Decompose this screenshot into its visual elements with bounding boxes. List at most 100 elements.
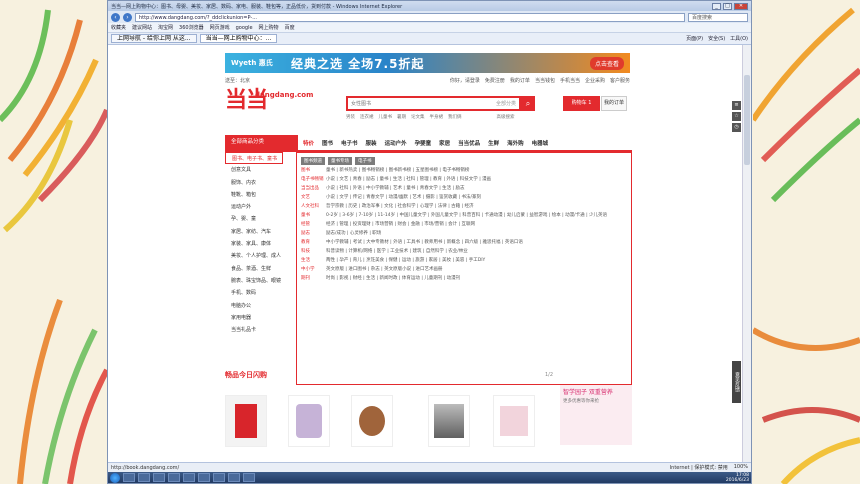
flyout-row-heading[interactable]: 当当出品 — [301, 186, 326, 192]
taskbar-app[interactable] — [153, 473, 165, 482]
fav-item[interactable]: 网上购物 — [259, 24, 279, 31]
product-tile[interactable] — [225, 395, 267, 447]
sidebar-item[interactable]: 鞋靴、箱包 — [225, 189, 300, 201]
mobile-link[interactable]: 手机当当 — [560, 77, 580, 84]
cart-side-icon[interactable]: ≡ — [732, 101, 741, 110]
service-link[interactable]: 客户服务 — [610, 77, 630, 84]
nav-item[interactable]: 孕婴童 — [415, 139, 432, 147]
start-button[interactable] — [110, 472, 120, 483]
advanced-search-link[interactable]: 高级搜索 — [497, 114, 515, 120]
history-side-icon[interactable]: ◷ — [732, 123, 741, 132]
product-tile[interactable] — [288, 395, 330, 447]
browser-search-field[interactable]: 百度搜索 — [688, 12, 748, 22]
fav-item[interactable]: 360浏览器 — [179, 24, 204, 31]
nav-item[interactable]: 生鲜 — [488, 139, 499, 147]
flyout-row-links[interactable]: 科普读物 | 计算机/网络 | 医学 | 工业技术 | 建筑 | 自然科学 | … — [326, 249, 627, 255]
tools-menu[interactable]: 工具(O) — [730, 35, 748, 42]
sidebar-item[interactable]: 服饰、内衣 — [225, 177, 300, 189]
favorites-button[interactable]: 收藏夹 — [111, 24, 126, 31]
hot-word[interactable]: 儿童书 — [379, 114, 393, 120]
flyout-row-heading[interactable]: 人文社科 — [301, 204, 326, 210]
nav-item[interactable]: 图书 — [322, 139, 333, 147]
hot-word[interactable]: 暑期 — [397, 114, 406, 120]
sidebar-item[interactable]: 创意文具 — [225, 164, 300, 176]
flyout-row-heading[interactable]: 教育 — [301, 240, 326, 246]
nav-item[interactable]: 海外购 — [507, 139, 524, 147]
sidebar-item[interactable]: 美妆、个人护理、成人 — [225, 250, 300, 262]
flyout-row-links[interactable]: 中小学教辅 | 考试 | 大中专教材 | 外语 | 工具书 | 教师用书 | 新… — [326, 240, 627, 246]
flyout-row-links[interactable]: 英文原版 | 进口图书 | 杂志 | 英文原版小说 | 进口艺术画册 — [326, 267, 627, 273]
wallet-link[interactable]: 当当钱包 — [535, 77, 555, 84]
flyout-row-heading[interactable]: 期刊 — [301, 276, 326, 282]
flyout-row-heading[interactable]: 文艺 — [301, 195, 326, 201]
flyout-row-heading[interactable]: 电子书畅销 — [301, 177, 326, 183]
flyout-row-heading[interactable]: 科技 — [301, 249, 326, 255]
hot-word[interactable]: 我们俩 — [448, 114, 462, 120]
flyout-row-links[interactable]: 励志/成功 | 心灵修养 | 职场 — [326, 231, 627, 237]
orders-link[interactable]: 我的订单 — [510, 77, 530, 84]
scrollbar-thumb[interactable] — [744, 75, 750, 165]
sidebar-item[interactable]: 家装、家具、康体 — [225, 238, 300, 250]
maximize-button[interactable]: □ — [723, 2, 732, 10]
sidebar-item[interactable]: 手机、数码 — [225, 287, 300, 299]
back-icon[interactable]: ‹ — [111, 12, 120, 22]
flyout-row-links[interactable]: 小说 | 文艺 | 青春 | 励志 | 童书 | 生活 | 社科 | 管理 | … — [326, 177, 627, 183]
taskbar-app[interactable] — [198, 473, 210, 482]
flyout-row-links[interactable]: 经济 | 管理 | 投资理财 | 市场营销 | 财会 | 金融 | 市场/营销 … — [326, 222, 627, 228]
safety-menu[interactable]: 安全(S) — [708, 35, 725, 42]
register-link[interactable]: 免费注册 — [485, 77, 505, 84]
site-search-input[interactable]: 女性图书 全部分类 — [346, 96, 521, 111]
flyout-tab[interactable]: 电子书 — [355, 157, 375, 165]
fav-item[interactable]: 网页游戏 — [210, 24, 230, 31]
sidebar-item[interactable]: 食品、茶酒、生鲜 — [225, 263, 300, 275]
fav-item[interactable]: 建议网站 — [132, 24, 152, 31]
sidebar-item[interactable]: 家居、家纺、汽车 — [225, 226, 300, 238]
sidebar-item[interactable]: 电脑办公 — [225, 300, 300, 312]
taskbar-app[interactable] — [168, 473, 180, 482]
zoom-level[interactable]: 100% — [734, 464, 748, 471]
nav-item[interactable]: 家居 — [439, 139, 450, 147]
flyout-row-links[interactable]: 时尚 | 影视 | 财经 | 生活 | 新闻时政 | 体育运动 | 儿童期刊 |… — [326, 276, 627, 282]
fav-item[interactable]: 百度 — [285, 24, 295, 31]
flyout-row-links[interactable]: 哲学宗教 | 历史 | 政治军事 | 文化 | 社会科学 | 心理学 | 法律 … — [326, 204, 627, 210]
feedback-button[interactable]: 意见反馈 — [732, 361, 741, 403]
flyout-row-heading[interactable]: 生活 — [301, 258, 326, 264]
product-tile[interactable] — [493, 395, 535, 447]
taskbar-app[interactable] — [213, 473, 225, 482]
nav-item[interactable]: 当当优品 — [458, 139, 480, 147]
flyout-tab[interactable]: 图书频道 — [301, 157, 325, 165]
search-button[interactable]: ⌕ — [521, 96, 535, 111]
flyout-row-links[interactable]: 小说 | 文学 | 传记 | 青春文学 | 动漫/幽默 | 艺术 | 摄影 | … — [326, 195, 627, 201]
tab-dangdang[interactable]: 当当—网上购物中心：... — [199, 34, 278, 43]
taskbar-app[interactable] — [228, 473, 240, 482]
flyout-row-heading[interactable]: 图书 — [301, 168, 326, 174]
flyout-row-heading[interactable]: 中小学 — [301, 267, 326, 273]
sidebar-item[interactable]: 当当礼品卡 — [225, 324, 300, 336]
url-field[interactable]: http://www.dangdang.com/?_ddclickunion=P… — [135, 12, 685, 22]
login-link[interactable]: 你好，请登录 — [450, 77, 480, 84]
taskbar-app[interactable] — [123, 473, 135, 482]
hot-word[interactable]: 半身裙 — [430, 114, 444, 120]
all-categories-button[interactable]: 全部商品分类 — [225, 135, 298, 150]
delivery-region[interactable]: 送至：北京 — [225, 77, 250, 84]
flyout-row-links[interactable]: 小说 | 社科 | 外语 | 中小学教辅 | 艺术 | 童书 | 青春文学 | … — [326, 186, 627, 192]
flyout-tab[interactable]: 童书专场 — [328, 157, 352, 165]
sidebar-item[interactable]: 孕、婴、童 — [225, 213, 300, 225]
nav-item-active[interactable]: 特价 — [303, 139, 314, 147]
flyout-row-heading[interactable]: 励志 — [301, 231, 326, 237]
page-scrollbar[interactable] — [742, 45, 751, 462]
sidebar-item[interactable]: 运动户外 — [225, 201, 300, 213]
nav-item[interactable]: 电子书 — [341, 139, 358, 147]
hot-word[interactable]: 男装 — [346, 114, 355, 120]
flyout-row-links[interactable]: 两性 | 孕产 | 育儿 | 烹饪美食 | 保健 | 运动 | 旅游 | 家居 … — [326, 258, 627, 264]
flyout-row-heading[interactable]: 经管 — [301, 222, 326, 228]
taskbar-app[interactable] — [243, 473, 255, 482]
cart-button[interactable]: 购物车 1 — [563, 96, 600, 111]
nav-item[interactable]: 服装 — [366, 139, 377, 147]
promo-tile[interactable]: 智学园子 双重营养 更多优惠等你来抢 — [560, 385, 632, 445]
flash-sale-pager[interactable]: 1/2 — [545, 372, 553, 378]
close-button[interactable]: ✕ — [734, 2, 748, 10]
flyout-row-links[interactable]: 童书 | 新书热卖 | 图书畅销榜 | 图书新书榜 | 五星图书榜 | 电子书畅… — [326, 168, 627, 174]
sidebar-item[interactable]: 腕表、珠宝饰品、眼镜 — [225, 275, 300, 287]
tab-navigation[interactable]: 上网导航 - 给你上网 从这... — [111, 34, 197, 43]
